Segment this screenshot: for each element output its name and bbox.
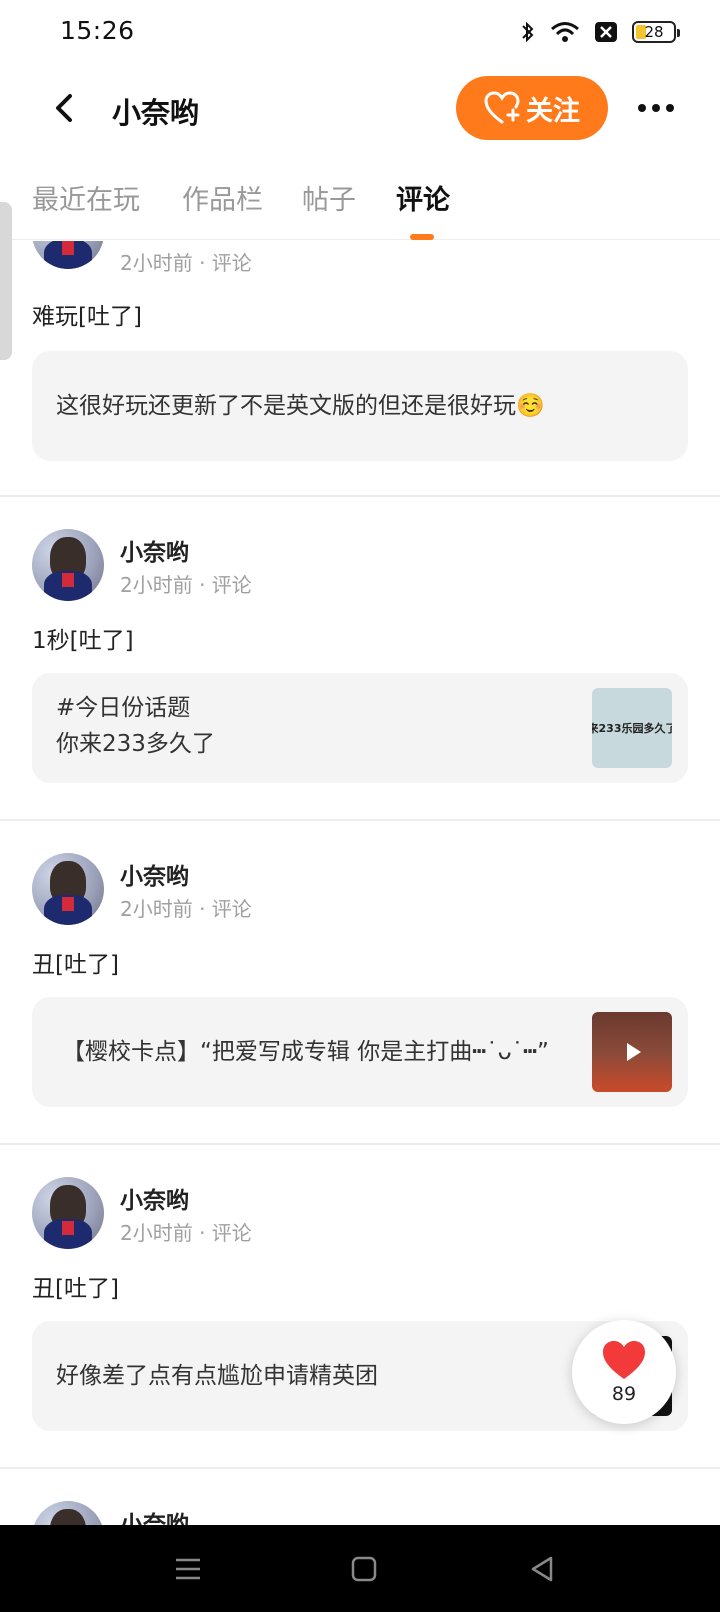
page-title: 小奈哟 [112, 96, 200, 130]
heart-icon [603, 1341, 645, 1379]
back-nav-button[interactable] [526, 1553, 558, 1585]
topic-card[interactable]: #今日份话题 你来233多久了 来233乐园多久了 [32, 673, 688, 783]
card-topic-tag: #今日份话题 [56, 695, 191, 721]
wifi-icon [550, 20, 580, 44]
username[interactable]: 小奈哟 [120, 1181, 189, 1215]
avatar[interactable] [32, 853, 104, 925]
username[interactable]: 小奈哟 [120, 1505, 189, 1525]
post-meta: 2小时前 · 评论 [120, 251, 252, 275]
topic-thumbnail: 来233乐园多久了 [592, 688, 672, 768]
video-thumbnail [592, 1012, 672, 1092]
divider [0, 819, 720, 821]
post-meta: 2小时前 · 评论 [120, 1221, 252, 1245]
divider [0, 1143, 720, 1145]
card-text: 你来233多久了 [56, 731, 215, 757]
video-card[interactable]: 【樱校卡点】“把爱写成专辑 你是主打曲┅˙ᴗ˙┅” [32, 997, 688, 1107]
back-arrow-icon [56, 94, 72, 122]
avatar[interactable] [32, 529, 104, 601]
follow-button[interactable]: 关注 [456, 76, 608, 140]
divider [0, 495, 720, 497]
edge-scroll-handle[interactable] [0, 202, 12, 360]
battery-level: 28 [644, 23, 664, 41]
tab-posts[interactable]: 帖子 [302, 178, 356, 217]
post-text: 1秒[吐了] [32, 628, 134, 654]
like-count: 89 [611, 1383, 637, 1405]
post-meta: 2小时前 · 评论 [120, 573, 252, 597]
divider [0, 1467, 720, 1469]
avatar[interactable] [32, 1177, 104, 1249]
follow-label: 关注 [526, 95, 580, 127]
tab-recently-played[interactable]: 最近在玩 [32, 178, 140, 217]
home-button[interactable] [348, 1553, 380, 1585]
avatar[interactable] [32, 241, 104, 269]
post-meta: 2小时前 · 评论 [120, 897, 252, 921]
status-icons: 28 [520, 18, 680, 46]
avatar[interactable] [32, 1501, 104, 1525]
post-text: 丑[吐了] [32, 952, 119, 978]
thumbnail-text: 来233乐园多久了 [592, 722, 672, 735]
post-text: 丑[吐了] [32, 1276, 119, 1302]
nfc-icon [594, 20, 618, 44]
card-text: 这很好玩还更新了不是英文版的但还是很好玩☺️ [56, 393, 545, 419]
menu-icon [176, 1558, 200, 1580]
back-triangle-icon [531, 1556, 553, 1582]
like-button[interactable]: 89 [572, 1320, 676, 1424]
comment-target-card[interactable]: 这很好玩还更新了不是英文版的但还是很好玩☺️ [32, 351, 688, 461]
menu-button[interactable] [172, 1553, 204, 1585]
profile-header: 小奈哟 关注 [0, 64, 720, 156]
more-button[interactable] [632, 88, 680, 128]
username[interactable]: 小奈哟 [120, 533, 189, 567]
username[interactable]: 小奈哟 [120, 857, 189, 891]
tab-comments[interactable]: 评论 [396, 178, 450, 217]
battery-icon: 28 [632, 21, 680, 43]
home-icon [351, 1556, 377, 1582]
status-time: 15:26 [60, 16, 135, 45]
card-text: 【樱校卡点】“把爱写成专辑 你是主打曲┅˙ᴗ˙┅” [62, 1039, 549, 1065]
card-text: 好像差了点有点尴尬申请精英团 [56, 1363, 378, 1389]
play-icon [627, 1043, 641, 1061]
status-bar: 15:26 28 [0, 0, 720, 64]
tab-active-indicator [410, 234, 434, 240]
bluetooth-icon [520, 20, 536, 44]
heart-plus-icon [484, 91, 520, 124]
back-button[interactable] [44, 88, 84, 128]
tab-bar: 最近在玩 作品栏 帖子 评论 [0, 170, 720, 240]
more-icon [638, 104, 646, 112]
tab-works[interactable]: 作品栏 [182, 178, 263, 217]
post-text: 难玩[吐了] [32, 304, 142, 330]
system-nav-bar [0, 1525, 720, 1612]
